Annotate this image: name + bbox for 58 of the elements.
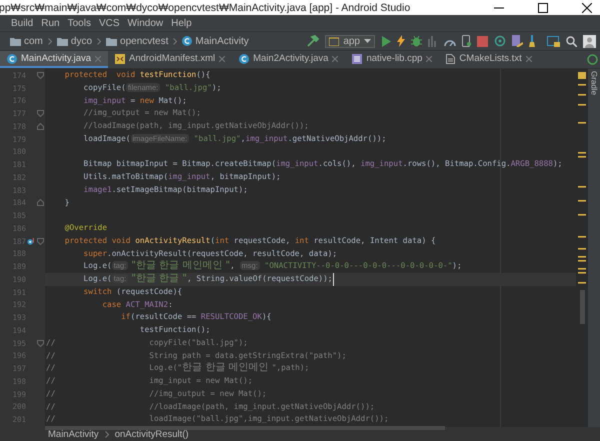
path-crumb[interactable]: opencvtest — [106, 36, 168, 46]
menu-item[interactable]: Window — [128, 18, 164, 28]
menu-item[interactable]: Tools — [68, 18, 91, 28]
menu-item[interactable]: Run — [41, 18, 60, 28]
bug-icon[interactable] — [411, 35, 422, 47]
chevron-icon — [173, 38, 178, 44]
sdk-manager-icon[interactable] — [512, 35, 523, 47]
xml-file-icon — [115, 54, 126, 64]
override-icon[interactable] — [27, 236, 35, 246]
fold-marker-icon[interactable] — [36, 199, 44, 206]
path-crumb[interactable]: dyco — [56, 36, 92, 46]
maximize-icon[interactable] — [538, 2, 548, 12]
menu-item[interactable]: Build — [11, 18, 34, 28]
chevron-icon — [48, 38, 52, 44]
class-icon — [239, 54, 250, 64]
class-icon — [7, 54, 17, 64]
folder-icon — [10, 36, 21, 46]
folder-icon — [106, 36, 118, 46]
breadcrumb[interactable]: MainActivity — [48, 428, 99, 440]
file-tab[interactable]: Main2Activity.java — [232, 51, 346, 68]
sync-icon[interactable] — [494, 35, 506, 47]
gradle-sync-icon[interactable] — [587, 54, 598, 65]
lightning-icon[interactable] — [397, 35, 405, 47]
caret-icon — [364, 39, 371, 43]
fold-marker-icon[interactable] — [36, 238, 44, 245]
path-crumb[interactable]: com — [10, 36, 43, 46]
search-icon[interactable] — [566, 36, 577, 46]
stop-icon[interactable] — [477, 36, 488, 46]
file-tab[interactable]: AndroidManifest.xml — [108, 51, 232, 68]
chevron-icon — [97, 38, 102, 44]
fold-marker-icon[interactable] — [36, 110, 44, 118]
path-crumb[interactable]: MainActivity — [182, 36, 249, 46]
breadcrumb[interactable]: onActivityResult() — [114, 428, 189, 440]
module-icon — [329, 36, 340, 46]
vertical-scrollbar[interactable] — [580, 290, 584, 324]
profiler-icon[interactable] — [428, 35, 438, 47]
fold-marker-icon[interactable] — [36, 122, 44, 130]
avatar-icon[interactable] — [583, 34, 596, 48]
hammer-icon[interactable] — [307, 35, 320, 47]
class-icon — [182, 36, 192, 46]
file-tab[interactable]: MainActivity.java — [0, 51, 108, 68]
run-icon[interactable] — [381, 36, 391, 46]
fold-marker-icon[interactable] — [36, 72, 44, 79]
device-icon[interactable] — [462, 35, 471, 47]
file-tab[interactable]: CMakeLists.txt — [439, 51, 539, 68]
window-title: pp₩src₩main₩java₩com₩dyco₩opencvtest₩MainActivity.java [app] - Android Studio — [0, 2, 410, 14]
menu-item[interactable]: Help — [171, 18, 192, 28]
chevron-icon — [104, 430, 109, 438]
text-file-icon — [446, 54, 456, 64]
menu-item[interactable]: VCS — [98, 18, 120, 28]
cpp-file-icon — [352, 54, 362, 64]
gradle-panel-tab[interactable]: Gradle — [590, 71, 598, 96]
layout-icon[interactable] — [547, 36, 560, 46]
folder-icon — [56, 36, 68, 46]
fold-marker-icon[interactable] — [36, 340, 44, 347]
run-config-dropdown[interactable]: app — [325, 34, 375, 48]
file-tab[interactable]: native-lib.cpp — [345, 51, 440, 68]
close-icon[interactable] — [582, 2, 592, 12]
